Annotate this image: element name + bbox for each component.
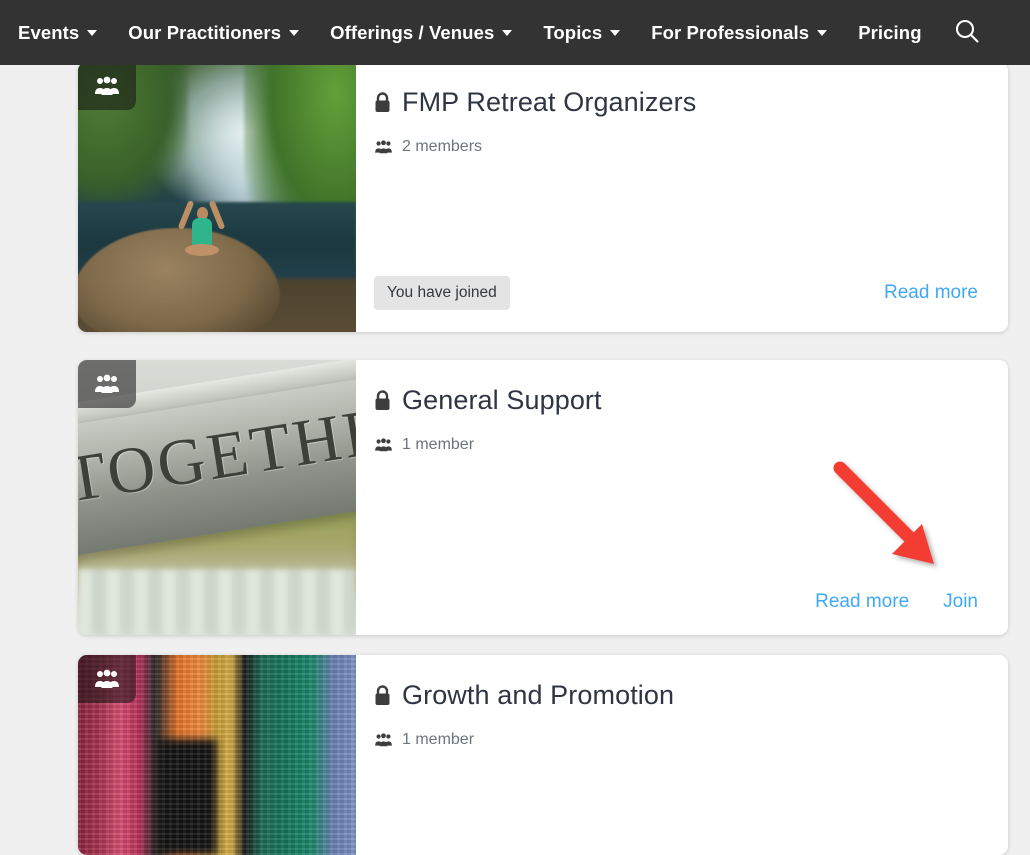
read-more-link[interactable]: Read more <box>884 282 978 304</box>
lock-icon <box>374 390 391 411</box>
group-member-count-row: 1 member <box>374 436 978 454</box>
nav-item-label: Our Practitioners <box>128 21 282 43</box>
group-thumbnail[interactable] <box>78 655 356 855</box>
group-type-badge <box>78 655 136 703</box>
chevron-down-icon <box>817 29 828 36</box>
chevron-down-icon <box>610 29 621 36</box>
users-icon <box>95 76 119 95</box>
read-more-link[interactable]: Read more <box>815 591 909 613</box>
main-navigation-bar: Events Our Practitioners Offerings / Ven… <box>0 0 1030 65</box>
nav-item-label: Topics <box>543 21 603 43</box>
group-type-badge <box>78 62 136 110</box>
group-thumbnail[interactable]: TOGETHER <box>78 360 356 635</box>
users-icon <box>95 669 119 688</box>
group-title-row: FMP Retreat Organizers <box>374 87 978 118</box>
search-icon <box>955 19 979 43</box>
lock-icon <box>374 92 391 113</box>
group-type-badge <box>78 360 136 408</box>
nav-item-label: For Professionals <box>651 21 810 43</box>
group-title: General Support <box>402 385 602 415</box>
group-title: Growth and Promotion <box>402 680 675 710</box>
group-card-links: Read more <box>850 282 978 304</box>
nav-item-for-professionals[interactable]: For Professionals <box>651 21 828 44</box>
chevron-down-icon <box>289 29 300 36</box>
users-icon <box>374 140 393 154</box>
chevron-down-icon <box>502 29 513 36</box>
group-title-row: Growth and Promotion <box>374 680 978 711</box>
nav-item-topics[interactable]: Topics <box>543 21 621 44</box>
group-card[interactable]: Growth and Promotion 1 member <box>78 655 1008 855</box>
group-member-count: 2 members <box>402 138 483 155</box>
users-icon <box>374 438 393 452</box>
users-icon <box>374 733 393 747</box>
nav-item-pricing[interactable]: Pricing <box>858 22 921 44</box>
group-title-row: General Support <box>374 385 978 416</box>
group-card-body: FMP Retreat Organizers 2 members You hav… <box>356 62 1008 332</box>
nav-item-offerings-venues[interactable]: Offerings / Venues <box>330 21 513 44</box>
group-card-footer: You have joined Read more <box>374 276 978 310</box>
search-button[interactable] <box>951 16 983 48</box>
group-thumbnail[interactable] <box>78 62 356 332</box>
status-badge: You have joined <box>374 276 510 310</box>
group-member-count-row: 2 members <box>374 138 978 156</box>
users-icon <box>95 374 119 393</box>
nav-item-our-practitioners[interactable]: Our Practitioners <box>128 21 300 44</box>
nav-item-label: Events <box>18 21 80 43</box>
group-card-body: General Support 1 member Read more Join <box>356 360 1008 635</box>
group-card-links: Read more Join <box>781 591 978 613</box>
group-member-count: 1 member <box>402 436 475 453</box>
group-card[interactable]: TOGETHER General Support 1 member Read m… <box>78 360 1008 635</box>
nav-item-label: Pricing <box>858 21 922 43</box>
group-card-body: Growth and Promotion 1 member <box>356 655 1008 855</box>
chevron-down-icon <box>87 29 98 36</box>
lock-icon <box>374 685 391 706</box>
nav-item-events[interactable]: Events <box>18 21 98 44</box>
group-title: FMP Retreat Organizers <box>402 87 697 117</box>
join-link[interactable]: Join <box>943 591 978 613</box>
nav-item-label: Offerings / Venues <box>330 21 495 43</box>
group-card-footer: Read more Join <box>374 591 978 613</box>
group-member-count: 1 member <box>402 731 475 748</box>
group-card[interactable]: FMP Retreat Organizers 2 members You hav… <box>78 62 1008 332</box>
group-member-count-row: 1 member <box>374 731 978 749</box>
